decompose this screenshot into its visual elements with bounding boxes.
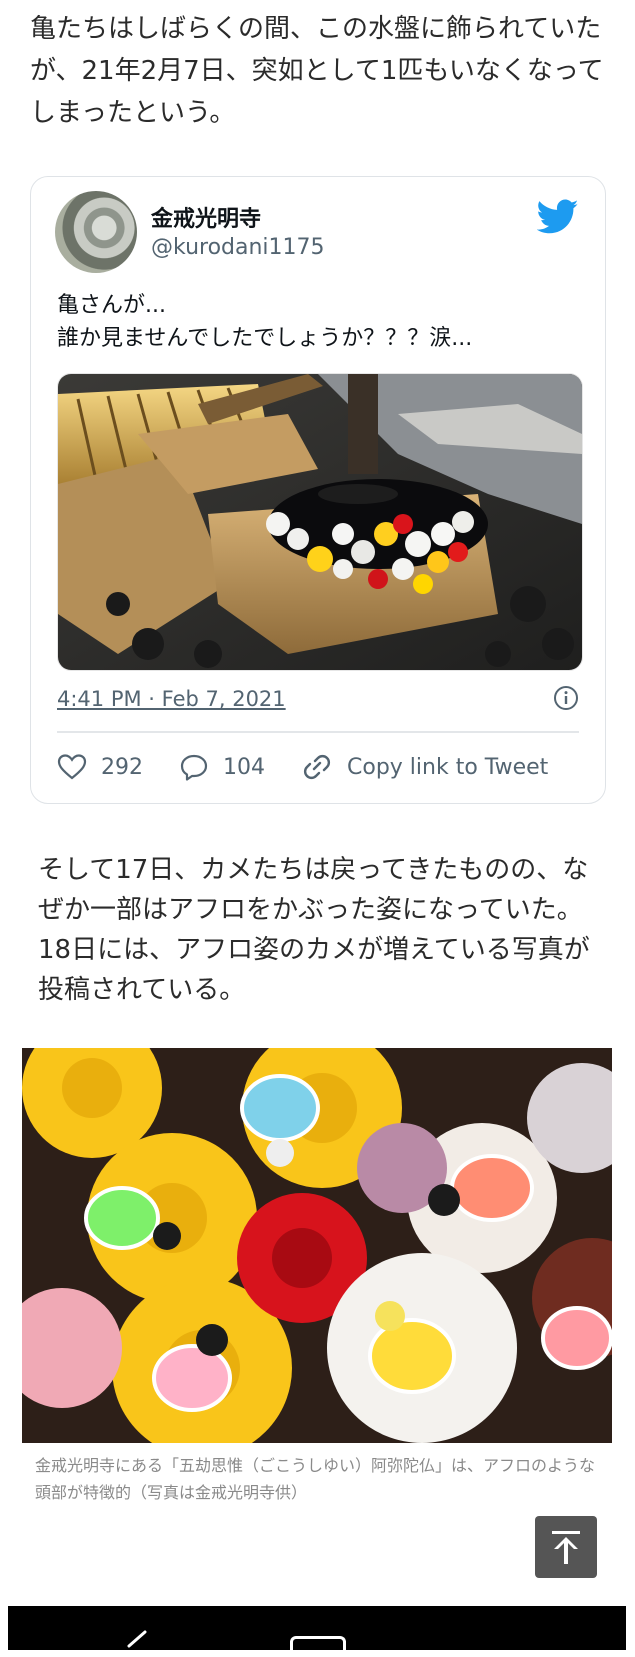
home-icon[interactable]	[290, 1636, 346, 1657]
like-button[interactable]: 292	[57, 753, 143, 781]
article-photo[interactable]	[22, 1048, 612, 1443]
photo-caption: 金戒光明寺にある「五劫思惟（ごこうしゆい）阿弥陀仏」は、アフロのような頭部が特徴…	[35, 1456, 596, 1502]
back-icon[interactable]	[123, 1630, 149, 1650]
tweet-text: 亀さんが... 誰か見ませんでしたでしょうか？？？涙...	[57, 289, 577, 355]
twitter-bird-icon[interactable]	[537, 199, 579, 235]
link-icon	[303, 754, 331, 780]
info-icon[interactable]	[553, 685, 579, 711]
tweet-author-handle[interactable]: @kurodani1175	[151, 235, 325, 260]
tweet-timestamp-link[interactable]: 4:41 PM · Feb 7, 2021	[57, 687, 286, 711]
copy-link-button[interactable]: Copy link to Tweet	[301, 752, 548, 782]
copy-link-label: Copy link to Tweet	[347, 754, 549, 780]
tweet-divider	[57, 731, 579, 733]
embedded-tweet[interactable]: 金戒光明寺 @kurodani1175 亀さんが... 誰か見ませんでしたでしょ…	[30, 176, 606, 804]
reply-button[interactable]: 104	[179, 753, 265, 781]
article-paragraph-1: 亀たちはしばらくの間、この水盤に飾られていたが、21年2月7日、突如として1匹も…	[30, 14, 604, 128]
tweet-text-line-2: 誰か見ませんでしたでしょうか？？？涙...	[57, 326, 473, 351]
tweet-photo[interactable]	[57, 373, 583, 671]
scroll-to-top-button[interactable]	[535, 1516, 597, 1578]
system-navigation-bar	[8, 1606, 626, 1657]
reply-count: 104	[223, 754, 265, 780]
reply-icon	[180, 754, 208, 781]
chozubachi-photo-illustration	[58, 374, 582, 670]
arrow-up-icon	[552, 1531, 580, 1564]
avatar[interactable]	[55, 191, 137, 273]
like-count: 292	[101, 754, 143, 780]
heart-icon	[57, 754, 87, 780]
tweet-actions: 292 104 Copy link to Tweet	[57, 747, 584, 787]
afro-turtles-photo-illustration	[22, 1048, 612, 1443]
tweet-author-name[interactable]: 金戒光明寺	[151, 201, 261, 233]
article-paragraph-2: そして17日、カメたちは戻ってきたものの、なぜか一部はアフロをかぶった姿になって…	[38, 855, 590, 1005]
tweet-text-line-1: 亀さんが...	[57, 293, 166, 318]
